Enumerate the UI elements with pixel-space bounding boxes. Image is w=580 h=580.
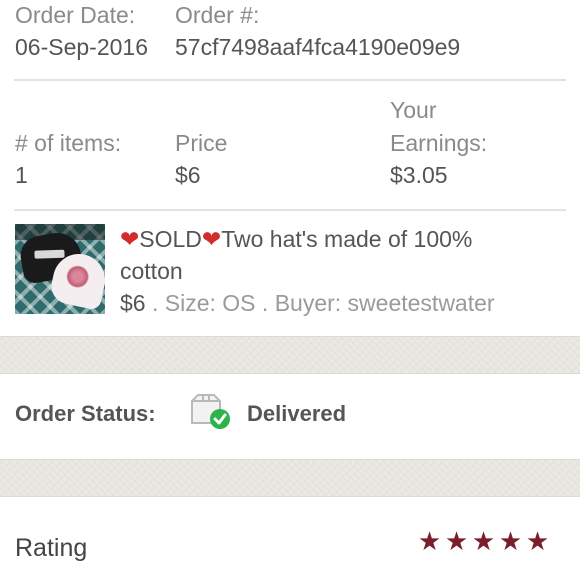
item-title-text: Two hat's made of 100% xyxy=(221,226,473,252)
order-status-label: Order Status: xyxy=(15,401,156,426)
item-thumbnail[interactable] xyxy=(15,224,105,314)
item-title-sold: SOLD xyxy=(139,226,202,252)
divider xyxy=(14,209,566,211)
earnings-label-line2: Earnings: xyxy=(390,130,488,156)
rating-stars: ★ ★ ★ ★ ★ xyxy=(416,528,551,555)
heart-icon: ❤ xyxy=(201,226,222,252)
order-date-value: 06-Sep-2016 xyxy=(15,34,148,60)
items-count-label: # of items: xyxy=(15,130,122,156)
heart-icon: ❤ xyxy=(120,226,140,252)
earnings-label-line1: Your xyxy=(390,97,437,123)
item-title[interactable]: ❤SOLD❤Two hat's made of 100% xyxy=(120,224,472,254)
order-status-value: Delivered xyxy=(247,401,347,426)
order-number-value: 57cf7498aaf4fca4190e09e9 xyxy=(175,34,461,60)
star-icon: ★ xyxy=(498,526,523,556)
star-icon: ★ xyxy=(525,526,550,556)
price-label: Price xyxy=(175,130,228,156)
divider xyxy=(14,79,566,81)
item-details: . Size: OS . Buyer: sweetestwater xyxy=(145,290,495,316)
price-value: $6 xyxy=(175,162,201,188)
star-icon: ★ xyxy=(444,526,469,556)
section-separator xyxy=(0,459,580,497)
section-separator xyxy=(0,336,580,374)
item-meta: $6 . Size: OS . Buyer: sweetestwater xyxy=(120,288,495,318)
earnings-value: $3.05 xyxy=(390,162,448,188)
star-icon: ★ xyxy=(417,526,442,556)
order-number-label: Order #: xyxy=(175,2,260,28)
delivered-box-icon xyxy=(189,393,231,431)
item-title-line2: cotton xyxy=(120,258,183,284)
star-icon: ★ xyxy=(471,526,496,556)
order-date-label: Order Date: xyxy=(15,2,136,28)
rating-label: Rating xyxy=(15,534,88,562)
items-count-value: 1 xyxy=(15,162,28,188)
item-price: $6 xyxy=(120,290,146,316)
